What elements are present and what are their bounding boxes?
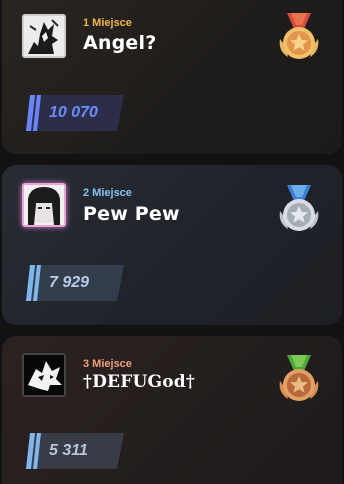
gold-medal-icon: [274, 11, 324, 63]
score-value: 5 311: [49, 442, 88, 459]
player-name: Pew Pew: [83, 203, 180, 225]
avatar[interactable]: [22, 183, 66, 227]
score-value: 7 929: [49, 274, 90, 291]
place-label: 2 Miejsce: [83, 187, 132, 199]
silver-medal-icon: [274, 183, 324, 235]
leaderboard-card-1[interactable]: 1 Miejsce Angel? 10 070: [2, 0, 342, 154]
avatar-image: [24, 355, 64, 395]
avatar[interactable]: [22, 353, 66, 397]
leaderboard: 1 Miejsce Angel? 10 070 2 Miejsce Pew Pe…: [0, 0, 344, 484]
score-badge: 5 311: [24, 433, 124, 469]
leaderboard-card-3[interactable]: 3 Miejsce †DEFUGod† 5 311: [2, 336, 342, 484]
score-badge: 7 929: [24, 265, 124, 301]
player-name: †DEFUGod†: [83, 372, 195, 392]
player-name: Angel?: [83, 32, 157, 54]
leaderboard-card-2[interactable]: 2 Miejsce Pew Pew 7 929: [2, 165, 342, 325]
avatar[interactable]: [22, 14, 66, 58]
place-label: 3 Miejsce: [83, 358, 132, 370]
bronze-medal-icon: [274, 353, 324, 405]
score-value: 10 070: [49, 104, 98, 121]
score-badge: 10 070: [24, 95, 124, 131]
avatar-image: [24, 185, 64, 225]
place-label: 1 Miejsce: [83, 17, 132, 29]
avatar-image: [24, 16, 64, 56]
